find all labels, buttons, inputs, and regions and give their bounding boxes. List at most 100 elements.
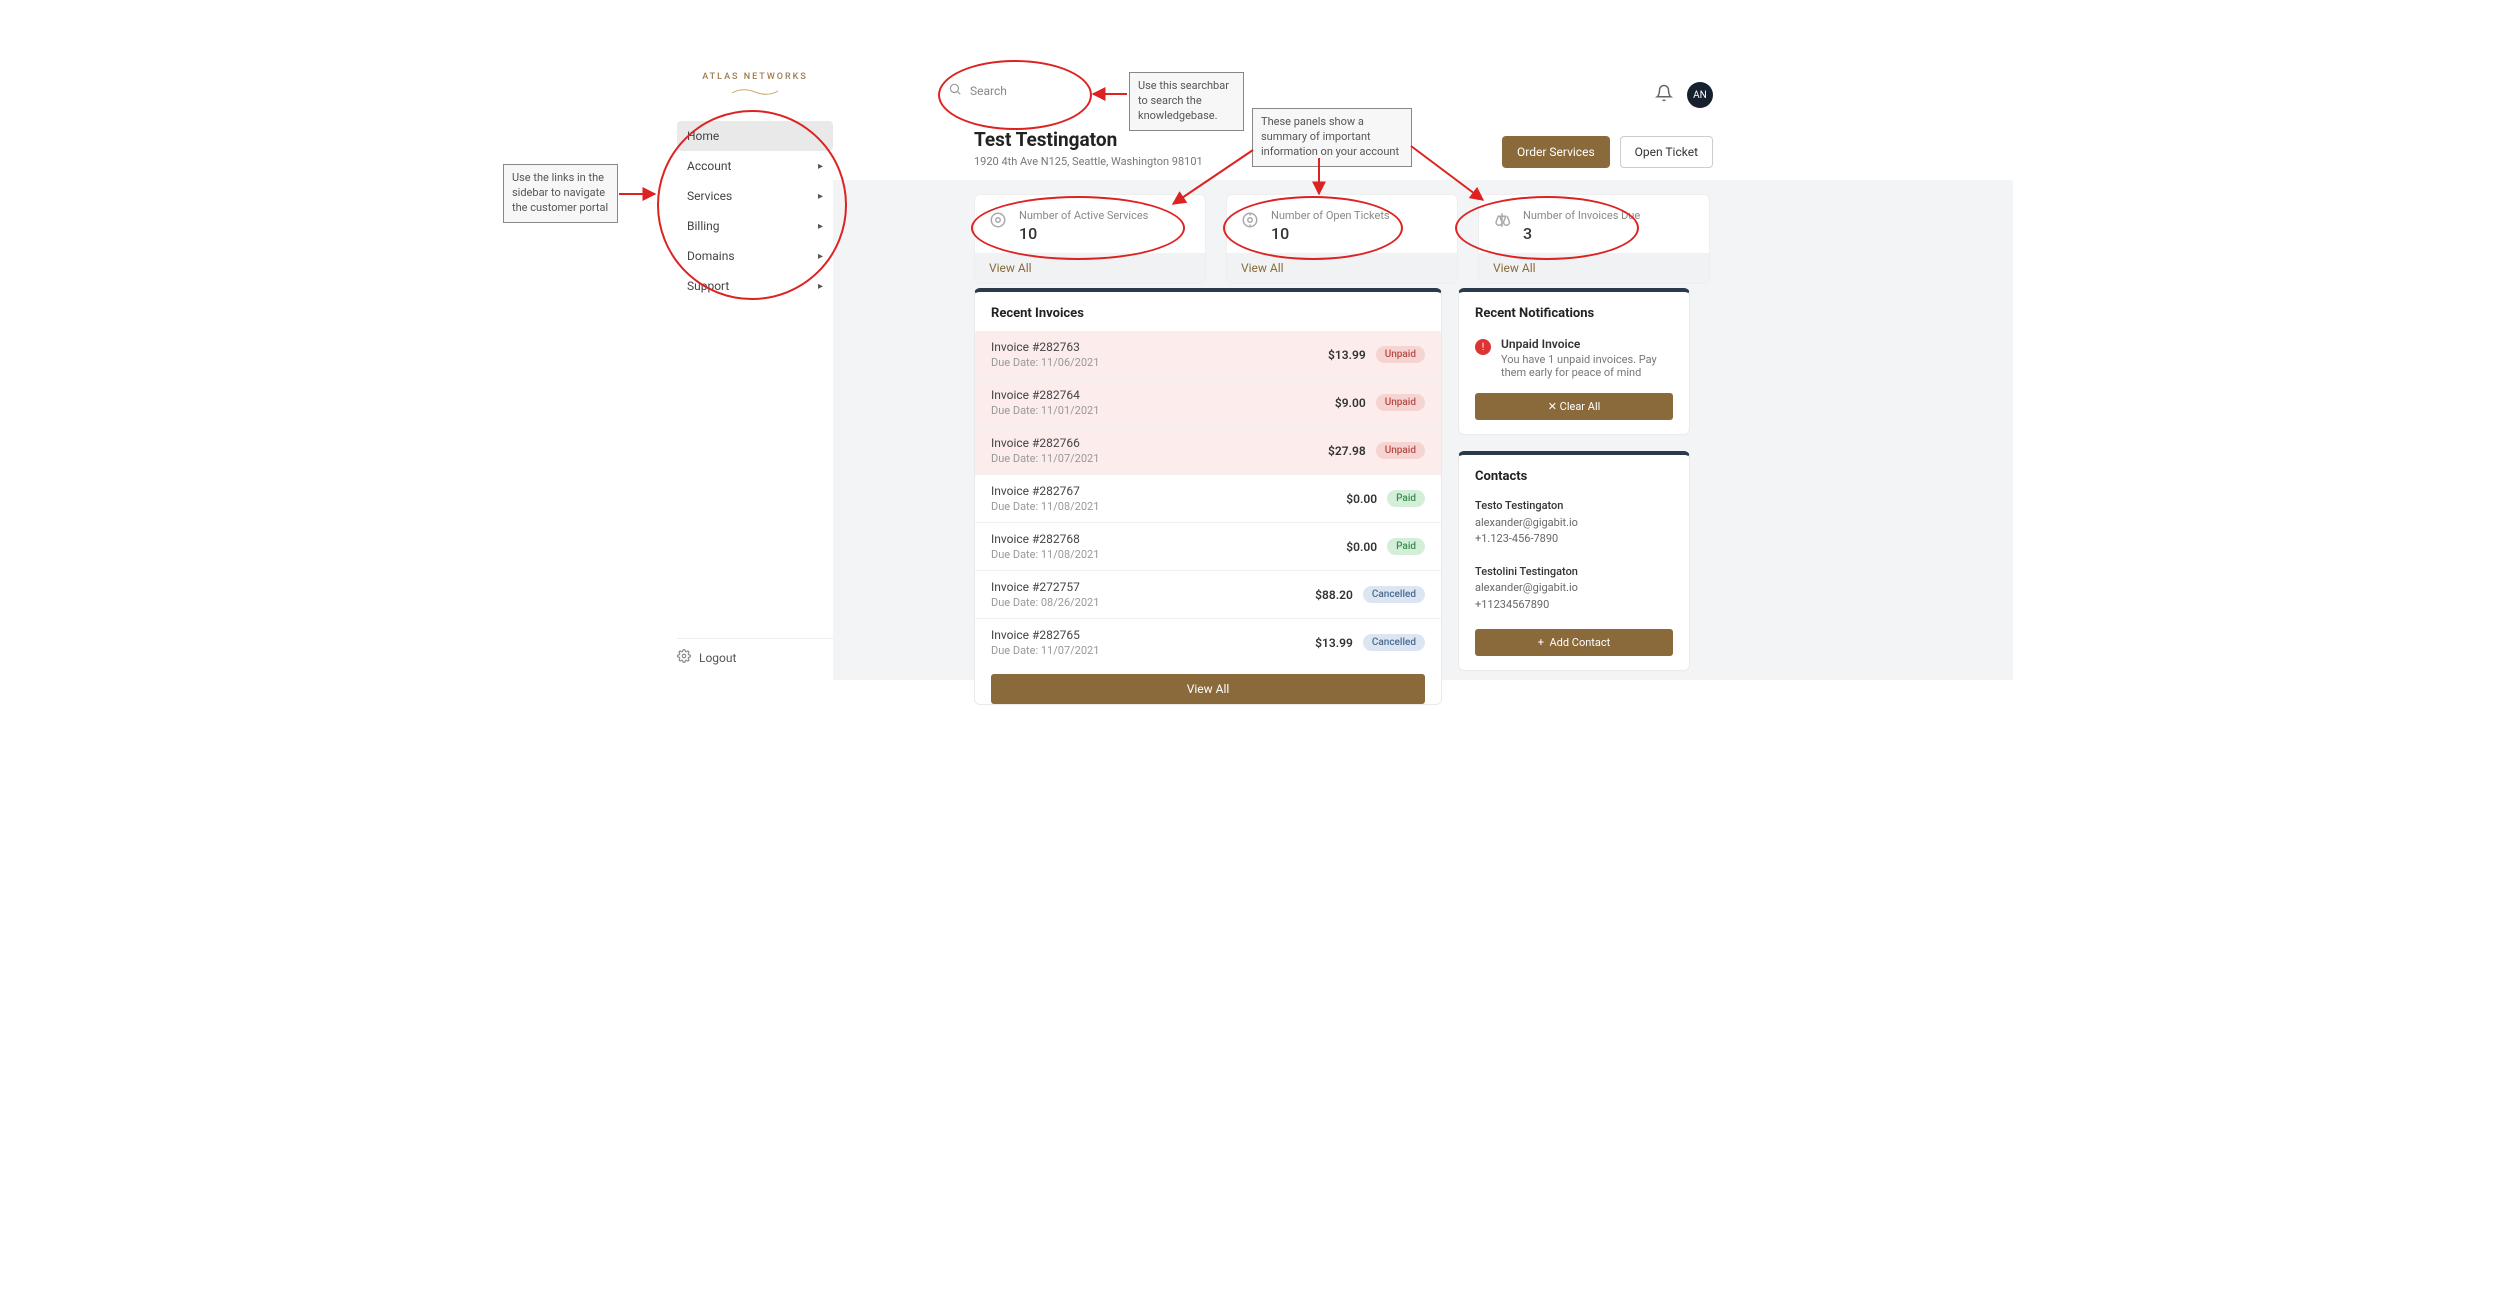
alert-icon: ! [1475, 339, 1491, 355]
chevron-right-icon: ▸ [818, 191, 823, 202]
notification-body: You have 1 unpaid invoices. Pay them ear… [1501, 353, 1673, 379]
notification-title: Unpaid Invoice [1501, 337, 1673, 351]
invoice-row[interactable]: Invoice #272757 Due Date: 08/26/2021 $88… [975, 570, 1441, 618]
customer-header: Test Testingaton 1920 4th Ave N125, Seat… [974, 128, 1203, 168]
clear-all-button[interactable]: ✕ Clear All [1475, 393, 1673, 420]
sidebar-item-account[interactable]: Account▸ [677, 151, 833, 181]
summary-icon [1241, 211, 1259, 229]
sidebar-item-label: Home [687, 129, 719, 143]
chevron-right-icon: ▸ [818, 161, 823, 172]
summary-icon [989, 211, 1007, 229]
search-placeholder: Search [970, 84, 1007, 98]
invoices-view-all-button[interactable]: View All [991, 674, 1425, 704]
invoice-amount: $13.99 [1328, 348, 1366, 362]
brand-logo-swirl [677, 86, 833, 101]
close-icon: ✕ [1548, 400, 1560, 413]
invoice-due: Due Date: 11/08/2021 [991, 548, 1099, 561]
summary-value: 3 [1523, 224, 1640, 243]
status-badge: Unpaid [1376, 394, 1425, 411]
contact-phone: +11234567890 [1475, 597, 1673, 614]
open-ticket-button[interactable]: Open Ticket [1620, 136, 1713, 168]
invoice-name: Invoice #282764 [991, 388, 1099, 402]
annotation-search: Use this searchbar to search the knowled… [1129, 72, 1244, 131]
search-input[interactable]: Search [948, 82, 1007, 99]
contact-phone: +1.123-456-7890 [1475, 531, 1673, 548]
invoice-due: Due Date: 11/07/2021 [991, 644, 1099, 657]
invoice-row[interactable]: Invoice #282765 Due Date: 11/07/2021 $13… [975, 618, 1441, 666]
invoice-name: Invoice #282763 [991, 340, 1099, 354]
avatar-initials: AN [1693, 90, 1707, 101]
summary-view-all-link[interactable]: View All [1479, 253, 1709, 283]
sidebar-item-domains[interactable]: Domains▸ [677, 241, 833, 271]
invoice-row[interactable]: Invoice #282767 Due Date: 11/08/2021 $0.… [975, 474, 1441, 522]
recent-notifications-title: Recent Notifications [1459, 292, 1689, 331]
summary-value: 10 [1271, 224, 1390, 243]
bell-icon[interactable] [1655, 84, 1673, 106]
contact-email: alexander@gigabit.io [1475, 515, 1673, 532]
invoice-amount: $13.99 [1315, 636, 1353, 650]
invoice-amount: $0.00 [1346, 492, 1377, 506]
summary-card-1: Number of Open Tickets 10 View All [1226, 194, 1458, 284]
sidebar-item-label: Support [687, 279, 729, 293]
status-badge: Cancelled [1363, 634, 1425, 651]
status-badge: Unpaid [1376, 346, 1425, 363]
contacts-panel: Contacts Testo Testingaton alexander@gig… [1458, 451, 1690, 671]
chevron-right-icon: ▸ [818, 251, 823, 262]
add-contact-label: Add Contact [1549, 636, 1610, 649]
summary-label: Number of Invoices Due [1523, 209, 1640, 222]
notification-row[interactable]: ! Unpaid Invoice You have 1 unpaid invoi… [1459, 331, 1689, 389]
invoice-amount: $0.00 [1346, 540, 1377, 554]
recent-notifications-panel: Recent Notifications ! Unpaid Invoice Yo… [1458, 288, 1690, 435]
invoice-due: Due Date: 08/26/2021 [991, 596, 1099, 609]
invoice-due: Due Date: 11/07/2021 [991, 452, 1099, 465]
plus-icon: + [1538, 636, 1550, 649]
contacts-title: Contacts [1459, 455, 1689, 494]
summary-card-2: Number of Invoices Due 3 View All [1478, 194, 1710, 284]
invoice-amount: $27.98 [1328, 444, 1366, 458]
status-badge: Unpaid [1376, 442, 1425, 459]
chevron-right-icon: ▸ [818, 221, 823, 232]
sidebar-item-home[interactable]: Home [677, 121, 833, 151]
status-badge: Paid [1387, 538, 1425, 555]
sidebar-item-billing[interactable]: Billing▸ [677, 211, 833, 241]
recent-invoices-panel: Recent Invoices Invoice #282763 Due Date… [974, 288, 1442, 705]
contact-name: Testo Testingaton [1475, 498, 1673, 515]
logout-label: Logout [699, 651, 736, 665]
invoice-name: Invoice #282766 [991, 436, 1099, 450]
invoice-name: Invoice #282767 [991, 484, 1099, 498]
annotation-sidebar: Use the links in the sidebar to navigate… [503, 164, 618, 223]
summary-card-0: Number of Active Services 10 View All [974, 194, 1206, 284]
order-services-button[interactable]: Order Services [1502, 136, 1610, 168]
invoice-name: Invoice #282768 [991, 532, 1099, 546]
summary-view-all-link[interactable]: View All [975, 253, 1205, 283]
avatar[interactable]: AN [1687, 82, 1713, 108]
sidebar-item-support[interactable]: Support ▸ [677, 271, 833, 301]
invoice-due: Due Date: 11/01/2021 [991, 404, 1099, 417]
contact-entry: Testo Testingaton alexander@gigabit.io +… [1459, 494, 1689, 560]
sidebar: ATLAS NETWORKS HomeAccount▸Services▸Bill… [677, 72, 833, 301]
invoice-row[interactable]: Invoice #282764 Due Date: 11/01/2021 $9.… [975, 378, 1441, 426]
invoice-amount: $88.20 [1315, 588, 1353, 602]
contact-email: alexander@gigabit.io [1475, 580, 1673, 597]
clear-all-label: Clear All [1560, 400, 1601, 413]
sidebar-item-services[interactable]: Services ▸ [677, 181, 833, 211]
sidebar-item-label: Services [687, 189, 732, 203]
invoice-row[interactable]: Invoice #282768 Due Date: 11/08/2021 $0.… [975, 522, 1441, 570]
invoice-amount: $9.00 [1335, 396, 1366, 410]
search-icon [948, 82, 962, 99]
chevron-right-icon: ▸ [818, 281, 823, 292]
summary-view-all-link[interactable]: View All [1227, 253, 1457, 283]
invoice-due: Due Date: 11/08/2021 [991, 500, 1099, 513]
brand-logo-text: ATLAS NETWORKS [677, 72, 833, 82]
invoice-row[interactable]: Invoice #282766 Due Date: 11/07/2021 $27… [975, 426, 1441, 474]
status-badge: Cancelled [1363, 586, 1425, 603]
annotation-panels: These panels show a summary of important… [1252, 108, 1412, 167]
invoice-row[interactable]: Invoice #282763 Due Date: 11/06/2021 $13… [975, 331, 1441, 378]
customer-name: Test Testingaton [974, 128, 1203, 151]
invoice-due: Due Date: 11/06/2021 [991, 356, 1099, 369]
logout-link[interactable]: Logout [677, 638, 833, 666]
contact-entry: Testolini Testingaton alexander@gigabit.… [1459, 560, 1689, 626]
add-contact-button[interactable]: + Add Contact [1475, 629, 1673, 656]
invoice-name: Invoice #272757 [991, 580, 1099, 594]
status-badge: Paid [1387, 490, 1425, 507]
